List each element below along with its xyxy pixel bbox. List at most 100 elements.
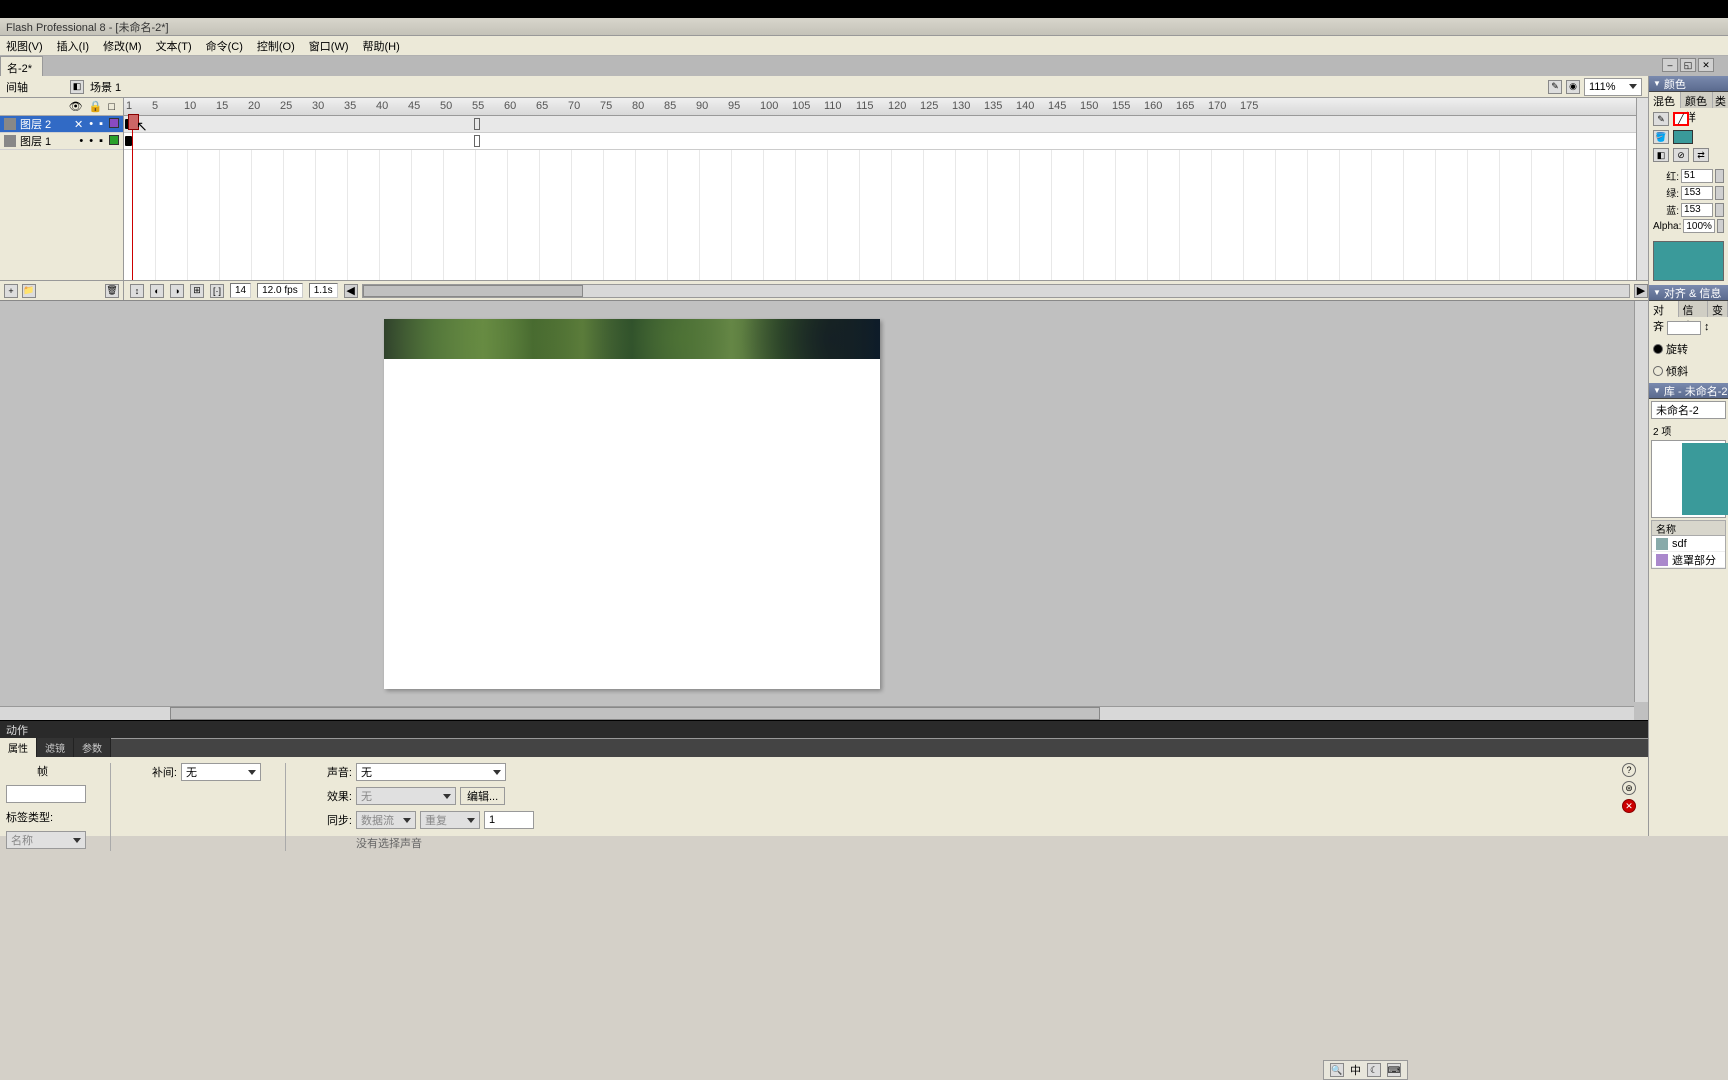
scene-name[interactable]: 场景 1 [90, 79, 121, 95]
scroll-left-icon[interactable]: ◀ [344, 284, 358, 298]
close-prop-icon[interactable]: ✕ [1622, 799, 1636, 813]
menu-window[interactable]: 窗口(W) [309, 38, 349, 54]
ime-moon-icon[interactable]: ☾ [1367, 1063, 1381, 1077]
timeline-hscroll[interactable] [362, 284, 1630, 298]
library-item[interactable]: sdf [1652, 536, 1725, 552]
edit-symbol-icon[interactable]: ◉ [1566, 80, 1580, 94]
layer-name[interactable]: 图层 2 [20, 116, 70, 132]
scroll-right-icon[interactable]: ▶ [1634, 284, 1648, 298]
width-input[interactable] [1667, 321, 1701, 335]
frame-end[interactable] [474, 135, 480, 147]
rotate-radio[interactable] [1653, 344, 1663, 354]
center-frame-icon[interactable]: ↕ [130, 284, 144, 298]
red-input[interactable] [1681, 169, 1713, 183]
align-panel-header[interactable]: ▼ 对齐 & 信息 [1649, 285, 1728, 301]
timeline-hscroll-thumb[interactable] [363, 285, 583, 297]
menu-view[interactable]: 视图(V) [6, 38, 43, 54]
alpha-spinner[interactable] [1717, 219, 1724, 233]
lock-icon[interactable]: 🔒 [89, 100, 103, 113]
loop-count-input[interactable]: 1 [484, 811, 534, 829]
frame-row[interactable] [124, 133, 1636, 150]
insert-layer-icon[interactable]: + [4, 284, 18, 298]
layer-visible-dot[interactable]: • [79, 135, 83, 147]
loop-select[interactable]: 重复 [420, 811, 480, 829]
frames-area[interactable]: 1510152025303540455055606570758085909510… [124, 98, 1636, 280]
ime-lang[interactable]: 中 [1350, 1062, 1361, 1078]
ime-toolbar[interactable]: 🔍 中 ☾ ⌨ [1323, 1060, 1408, 1080]
keyframe[interactable] [125, 136, 132, 146]
sync-select[interactable]: 数据流 [356, 811, 416, 829]
doc-tab[interactable]: 名-2* [0, 56, 43, 76]
skew-radio[interactable] [1653, 366, 1663, 376]
library-col-name[interactable]: 名称 [1651, 520, 1726, 536]
layer-color-box[interactable] [109, 118, 119, 128]
minimize-btn[interactable]: – [1662, 58, 1678, 72]
color-panel-header[interactable]: ▼ 颜色 [1649, 76, 1728, 92]
library-doc-select[interactable]: 未命名-2 [1651, 401, 1726, 419]
timeline-ruler[interactable]: 1510152025303540455055606570758085909510… [124, 98, 1636, 116]
layer-row[interactable]: 图层 1 • • ▪ [0, 133, 123, 150]
green-input[interactable] [1681, 186, 1713, 200]
layer-visible-dot[interactable]: • [89, 118, 93, 131]
layer-visible-dot[interactable]: • [89, 135, 93, 147]
edit-scene-icon[interactable]: ✎ [1548, 80, 1562, 94]
library-item[interactable]: 遮罩部分 [1652, 552, 1725, 568]
alpha-input[interactable] [1683, 219, 1715, 233]
frames-vscroll[interactable] [1636, 98, 1648, 280]
no-color-icon[interactable]: ╱ [1673, 112, 1689, 126]
delete-layer-icon[interactable]: 🗑 [105, 284, 119, 298]
layer-lock-dot[interactable]: ▪ [99, 118, 103, 131]
no-color-icon2[interactable]: ⊘ [1673, 148, 1689, 162]
tab-swatches[interactable]: 颜色样 [1681, 92, 1713, 108]
tab-params[interactable]: 参数 [74, 738, 111, 757]
edit-multiple-icon[interactable]: ⊞ [190, 284, 204, 298]
sound-select[interactable]: 无 [356, 763, 506, 781]
fill-swatch[interactable] [1673, 130, 1693, 144]
menu-help[interactable]: 帮助(H) [363, 38, 400, 54]
eye-icon[interactable]: 👁 [69, 100, 83, 113]
frame-end[interactable] [474, 118, 480, 130]
actions-panel-header[interactable]: 动作 [0, 720, 1648, 738]
bw-icon[interactable]: ◧ [1653, 148, 1669, 162]
tab-align[interactable]: 对齐 [1649, 301, 1679, 317]
onion-skin-icon[interactable]: ◐ [150, 284, 164, 298]
onion-outline-icon[interactable]: ◑ [170, 284, 184, 298]
layer-name[interactable]: 图层 1 [20, 133, 75, 149]
stage-vscroll[interactable] [1634, 301, 1648, 702]
stage-canvas[interactable] [384, 319, 880, 689]
swap-icon[interactable]: ⇄ [1693, 148, 1709, 162]
tab-filters[interactable]: 滤镜 [37, 738, 74, 757]
library-panel-header[interactable]: ▼ 库 - 未命名-2 [1649, 383, 1728, 399]
tab-info[interactable]: 信息 [1679, 301, 1709, 317]
timeline-toggle[interactable]: 间轴 [6, 79, 28, 95]
fill-color-icon[interactable]: 🪣 [1653, 130, 1669, 144]
stage-image-content[interactable] [384, 319, 880, 359]
menu-text[interactable]: 文本(T) [156, 38, 192, 54]
tab-transform[interactable]: 变 [1708, 301, 1728, 317]
tween-select[interactable]: 无 [181, 763, 261, 781]
insert-folder-icon[interactable]: 📁 [22, 284, 36, 298]
green-spinner[interactable] [1715, 186, 1724, 200]
blue-input[interactable] [1681, 203, 1713, 217]
outline-icon[interactable]: □ [108, 101, 115, 113]
restore-btn[interactable]: ◱ [1680, 58, 1696, 72]
stage[interactable] [0, 301, 1648, 720]
tab-mixer[interactable]: 混色器 [1649, 92, 1681, 108]
frame-name-input[interactable] [6, 785, 86, 803]
menu-modify[interactable]: 修改(M) [103, 38, 142, 54]
ime-mode-icon[interactable]: 🔍 [1330, 1063, 1344, 1077]
ime-keyboard-icon[interactable]: ⌨ [1387, 1063, 1401, 1077]
red-spinner[interactable] [1715, 169, 1724, 183]
blue-spinner[interactable] [1715, 203, 1724, 217]
modify-onion-icon[interactable]: [·] [210, 284, 224, 298]
layer-color-box[interactable] [109, 135, 119, 145]
stage-hscroll-thumb[interactable] [170, 707, 1100, 720]
stroke-color-icon[interactable]: ✎ [1653, 112, 1669, 126]
zoom-input[interactable]: 111% [1584, 78, 1642, 96]
menu-control[interactable]: 控制(O) [257, 38, 295, 54]
layer-lock-dot[interactable]: ▪ [99, 135, 103, 147]
effect-select[interactable]: 无 [356, 787, 456, 805]
playhead[interactable] [132, 116, 133, 280]
stage-hscroll[interactable] [0, 706, 1634, 720]
help-icon[interactable]: ? [1622, 763, 1636, 777]
